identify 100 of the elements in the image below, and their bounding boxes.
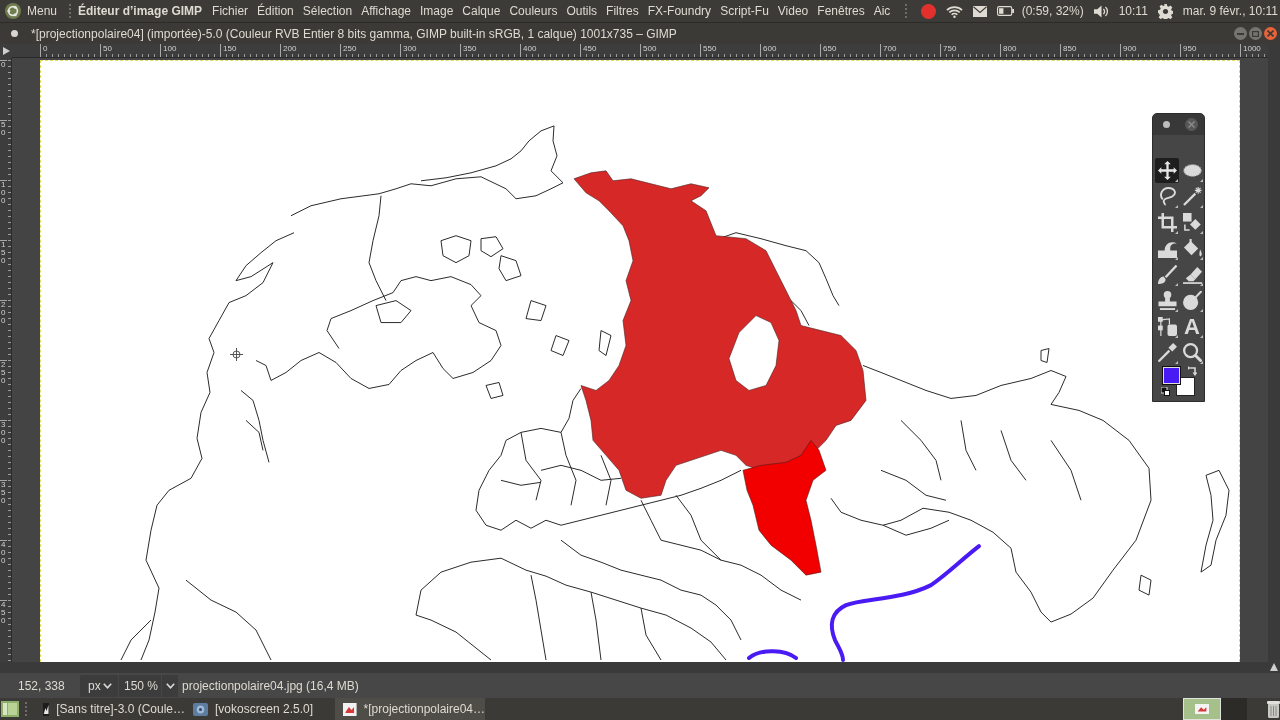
workspace-tile[interactable] xyxy=(1221,698,1247,720)
triangle-icon xyxy=(2,47,10,55)
tool-button[interactable] xyxy=(1180,288,1204,313)
navigate-button[interactable] xyxy=(1268,662,1280,672)
unit-dropdown[interactable]: px xyxy=(80,674,118,697)
menu-item[interactable]: FX-Foundry xyxy=(647,1,712,21)
menu-item[interactable]: Image xyxy=(420,1,454,21)
tool-button[interactable] xyxy=(1180,210,1204,235)
taskbar-item[interactable]: [Sans titre]-3.0 (Coule… xyxy=(35,698,185,720)
chevron-icon xyxy=(103,682,112,689)
zoom-field[interactable]: 150 % xyxy=(119,674,162,697)
eyedropper-icon xyxy=(1157,343,1177,362)
gear-icon[interactable] xyxy=(1157,3,1173,19)
record-icon[interactable] xyxy=(920,3,936,19)
tool-button[interactable] xyxy=(1155,262,1179,287)
close-icon xyxy=(1267,30,1274,37)
ruler-menu-button[interactable] xyxy=(0,44,12,58)
default-colors-icon[interactable] xyxy=(1161,387,1170,396)
image-info: projectionpolaire04.jpg (16,4 MB) xyxy=(182,678,359,693)
minimize-button[interactable] xyxy=(1234,27,1247,40)
ruler-label: 350 xyxy=(1,480,6,505)
taskbar-item[interactable]: [vokoscreen 2.5.0] xyxy=(185,698,335,720)
ruler-label: 300 xyxy=(1,420,6,445)
window-title: *[projectionpolaire04] (importée)-5.0 (Couleur RVB Entier 8 bits gamma, GIMP built-in sRGB, 1 calque) 1001x735 – GIMP xyxy=(31,26,678,41)
ruler-label: 500 xyxy=(643,44,657,53)
wifi-icon[interactable] xyxy=(945,4,963,18)
workspace-tile[interactable] xyxy=(1183,698,1221,720)
close-button[interactable] xyxy=(1264,27,1277,40)
tool-button[interactable] xyxy=(1180,340,1204,365)
thumbnail-icon xyxy=(43,702,50,716)
close-button[interactable] xyxy=(1185,118,1198,131)
menu-item[interactable]: Outils xyxy=(566,1,598,21)
tool-button[interactable] xyxy=(1155,314,1179,339)
island-outline xyxy=(598,330,612,356)
maximize-icon xyxy=(1252,30,1259,37)
ruler-label: 200 xyxy=(283,44,297,53)
ruler-label: 900 xyxy=(1123,44,1137,53)
envelope-icon[interactable] xyxy=(972,5,987,17)
ruler-label: 750 xyxy=(943,44,957,53)
ruler-label: 100 xyxy=(1,180,6,205)
tool-button[interactable]: A xyxy=(1180,314,1204,339)
foreground-swatch-icon[interactable] xyxy=(1162,366,1181,385)
pointer-position: 152, 338 xyxy=(18,678,66,693)
tool-button[interactable] xyxy=(1180,184,1204,209)
island-outline xyxy=(1040,348,1050,363)
speaker-icon[interactable] xyxy=(1093,4,1109,18)
island-outline xyxy=(440,235,472,264)
path-nodes-icon xyxy=(1157,317,1177,336)
ruler-label: 850 xyxy=(1063,44,1077,53)
ruler-label: 0 xyxy=(1,60,6,69)
ruler-label: 950 xyxy=(1183,44,1197,53)
paint-bucket-icon xyxy=(1182,239,1202,258)
ruler-label: 700 xyxy=(883,44,897,53)
ruler-label: 50 xyxy=(1,120,6,137)
date-indicator[interactable]: mar. 9 févr., 10:11 xyxy=(1182,1,1278,21)
dot-icon xyxy=(11,30,18,37)
island-outline xyxy=(480,236,504,258)
island-outline xyxy=(498,255,522,282)
swap-arrows-icon[interactable] xyxy=(1188,366,1197,376)
menu-item[interactable]: Affichage xyxy=(361,1,411,21)
menu-item[interactable]: Sélection xyxy=(302,1,353,21)
tool-button[interactable] xyxy=(1155,158,1179,183)
border-line xyxy=(1050,439,1082,501)
border-line xyxy=(960,419,977,471)
menu-item[interactable]: Aic xyxy=(873,1,891,21)
ruler-label: 250 xyxy=(1,360,6,385)
ruler-label: 400 xyxy=(1,540,6,565)
menu-item[interactable]: Couleurs xyxy=(509,1,558,21)
border-line xyxy=(1000,429,1027,481)
island-outline xyxy=(1138,574,1152,596)
menu-item[interactable]: Video xyxy=(777,1,809,21)
ruler-label: 100 xyxy=(163,44,177,53)
minimize-icon xyxy=(1237,32,1244,35)
island-outline xyxy=(375,300,412,324)
tool-button[interactable] xyxy=(1155,288,1179,313)
ruler-label: 50 xyxy=(103,44,112,53)
menu-item[interactable]: Édition xyxy=(257,1,294,21)
menu-button[interactable]: Menu xyxy=(5,1,58,21)
trash-icon[interactable] xyxy=(1267,700,1280,718)
menu-item[interactable]: Script-Fu xyxy=(720,1,769,21)
tool-button[interactable] xyxy=(1155,210,1179,235)
maximize-button[interactable] xyxy=(1249,27,1262,40)
ruler-label: 250 xyxy=(343,44,357,53)
ruler-label: 600 xyxy=(763,44,777,53)
magnifier-icon xyxy=(1182,343,1202,362)
battery-indicator[interactable]: (0:59, 32%) xyxy=(996,1,1084,21)
chevron-icon xyxy=(165,682,175,689)
cross-arrows-icon xyxy=(1157,161,1177,180)
menu-item[interactable]: Filtres xyxy=(606,1,639,21)
menu-item[interactable]: Calque xyxy=(462,1,501,21)
tool-button[interactable] xyxy=(1155,340,1179,365)
brush-stroke xyxy=(747,649,798,660)
menu-item[interactable]: Fichier xyxy=(212,1,249,21)
island-outline xyxy=(525,300,547,322)
menu-item[interactable]: Fenêtres xyxy=(817,1,865,21)
zoom-dropdown-button[interactable] xyxy=(162,674,179,697)
taskbar-item[interactable]: *[projectionpolaire04… xyxy=(335,698,485,720)
time-indicator[interactable]: 10:11 xyxy=(1118,1,1148,21)
crop-icon xyxy=(1157,213,1177,232)
ruler-label: 450 xyxy=(1,600,6,625)
